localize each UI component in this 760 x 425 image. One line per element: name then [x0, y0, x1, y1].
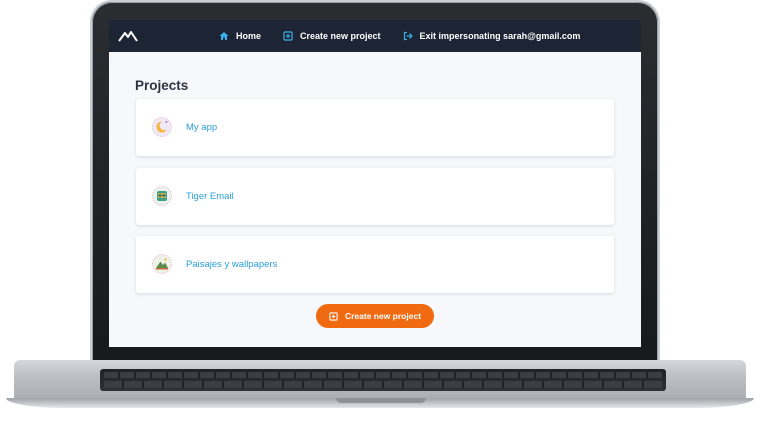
laptop-deck — [14, 360, 746, 400]
nav-exit-impersonation-label: Exit impersonating sarah@gmail.com — [419, 31, 581, 41]
moon-avatar-icon — [152, 117, 172, 137]
create-new-project-button[interactable]: Create new project — [316, 304, 434, 328]
laptop-base — [6, 360, 754, 410]
app-logo[interactable] — [118, 29, 138, 43]
nav-links: Home Create new project Exit impersonati… — [219, 20, 580, 52]
laptop-keyboard — [100, 369, 666, 391]
nav-home-label: Home — [236, 31, 262, 41]
project-name[interactable]: Paisajes y wallpapers — [186, 259, 277, 270]
plus-square-icon — [329, 311, 338, 321]
page-title: Projects — [135, 78, 189, 93]
nav-exit-impersonation-link[interactable]: Exit impersonating sarah@gmail.com — [403, 31, 581, 41]
mountain-avatar-icon — [152, 254, 172, 274]
project-name[interactable]: Tiger Email — [186, 191, 234, 202]
project-card[interactable]: Tiger Email — [136, 168, 614, 225]
project-card[interactable]: My app — [136, 99, 614, 156]
laptop-notch — [336, 398, 426, 403]
tiger-avatar-icon — [152, 186, 172, 206]
app-screen: Home Create new project Exit impersonati… — [109, 20, 641, 347]
top-nav: Home Create new project Exit impersonati… — [109, 20, 641, 52]
project-card[interactable]: Paisajes y wallpapers — [136, 236, 614, 293]
nav-home-link[interactable]: Home — [219, 31, 261, 41]
sign-out-icon — [403, 31, 413, 41]
plus-square-icon — [283, 31, 293, 41]
nav-create-project-label: Create new project — [300, 31, 381, 41]
create-new-project-label: Create new project — [344, 311, 422, 321]
project-name[interactable]: My app — [186, 122, 217, 133]
nav-create-project-link[interactable]: Create new project — [283, 31, 381, 41]
home-icon — [219, 32, 229, 40]
